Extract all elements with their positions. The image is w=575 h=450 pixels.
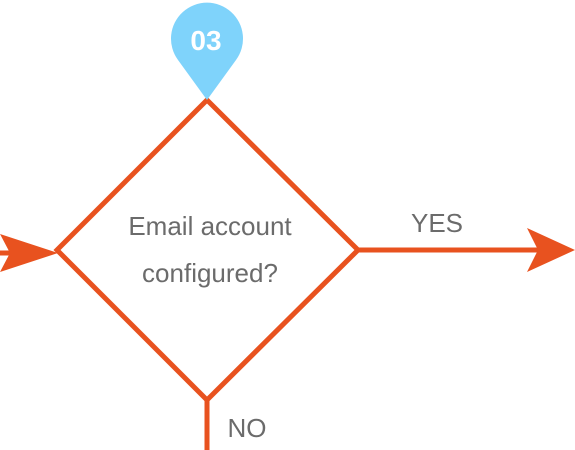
step-badge-number: 03: [190, 25, 221, 56]
no-label: NO: [228, 413, 267, 443]
flowchart-decision-diagram: 03 Email account configured? YES NO: [0, 2, 575, 450]
decision-diamond[interactable]: [53, 96, 362, 404]
decision-text-line-2: configured?: [142, 258, 278, 288]
incoming-arrow: [0, 234, 58, 272]
yes-label: YES: [411, 208, 463, 238]
step-badge: 03: [171, 2, 243, 101]
yes-branch-arrow: [358, 228, 575, 272]
decision-text-line-1: Email account: [128, 211, 292, 241]
